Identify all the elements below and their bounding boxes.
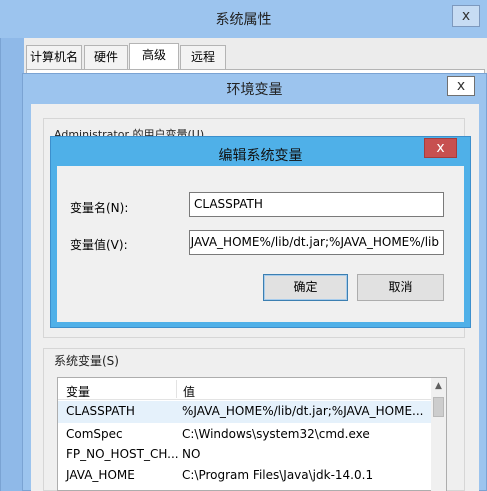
scroll-thumb[interactable] [433, 397, 444, 417]
row-variable-name: JAVA_HOME [66, 468, 135, 482]
variable-value-text: %JAVA_HOME%/lib/dt.jar;%JAVA_HOME%/lib [189, 235, 439, 249]
scroll-up-arrow-icon[interactable]: ▲ [431, 378, 446, 394]
row-variable-name: CLASSPATH [66, 404, 135, 418]
system-properties-close-button[interactable]: x [452, 5, 480, 27]
variable-name-input[interactable]: CLASSPATH [189, 192, 444, 217]
column-header-variable[interactable]: 变量 [66, 383, 90, 400]
row-variable-name: FP_NO_HOST_CH... [66, 447, 179, 461]
list-header [58, 378, 432, 400]
row-variable-name: ComSpec [66, 427, 123, 441]
environment-variables-title: 环境变量 [226, 82, 283, 98]
ok-button[interactable]: 确定 [263, 274, 348, 301]
column-separator[interactable] [176, 380, 177, 398]
row-variable-value: C:\Windows\system32\cmd.exe [182, 427, 370, 441]
system-variables-label: 系统变量(S) [54, 354, 119, 368]
edit-dialog-title: 编辑系统变量 [218, 148, 303, 164]
cancel-button[interactable]: 取消 [357, 274, 444, 301]
variable-value-label: 变量值(V): [70, 238, 128, 252]
variable-name-label: 变量名(N): [70, 201, 129, 215]
tab-hardware[interactable]: 硬件 [84, 45, 128, 69]
row-variable-value: NO [182, 447, 201, 461]
vertical-scrollbar[interactable] [431, 378, 446, 491]
system-properties-title: 系统属性 [215, 12, 272, 28]
edit-dialog-close-button[interactable]: x [424, 138, 457, 158]
environment-variables-close-button[interactable]: x [447, 76, 475, 96]
row-variable-value: %JAVA_HOME%/lib/dt.jar;%JAVA_HOME... [182, 404, 424, 418]
variable-value-input[interactable]: %JAVA_HOME%/lib/dt.jar;%JAVA_HOME%/lib [189, 230, 444, 255]
row-variable-value: C:\Program Files\Java\jdk-14.0.1 [182, 468, 374, 482]
tab-remote[interactable]: 远程 [180, 45, 226, 69]
tab-advanced[interactable]: 高级 [129, 43, 179, 70]
tab-computer-name[interactable]: 计算机名 [26, 45, 82, 69]
column-header-value[interactable]: 值 [183, 383, 195, 400]
